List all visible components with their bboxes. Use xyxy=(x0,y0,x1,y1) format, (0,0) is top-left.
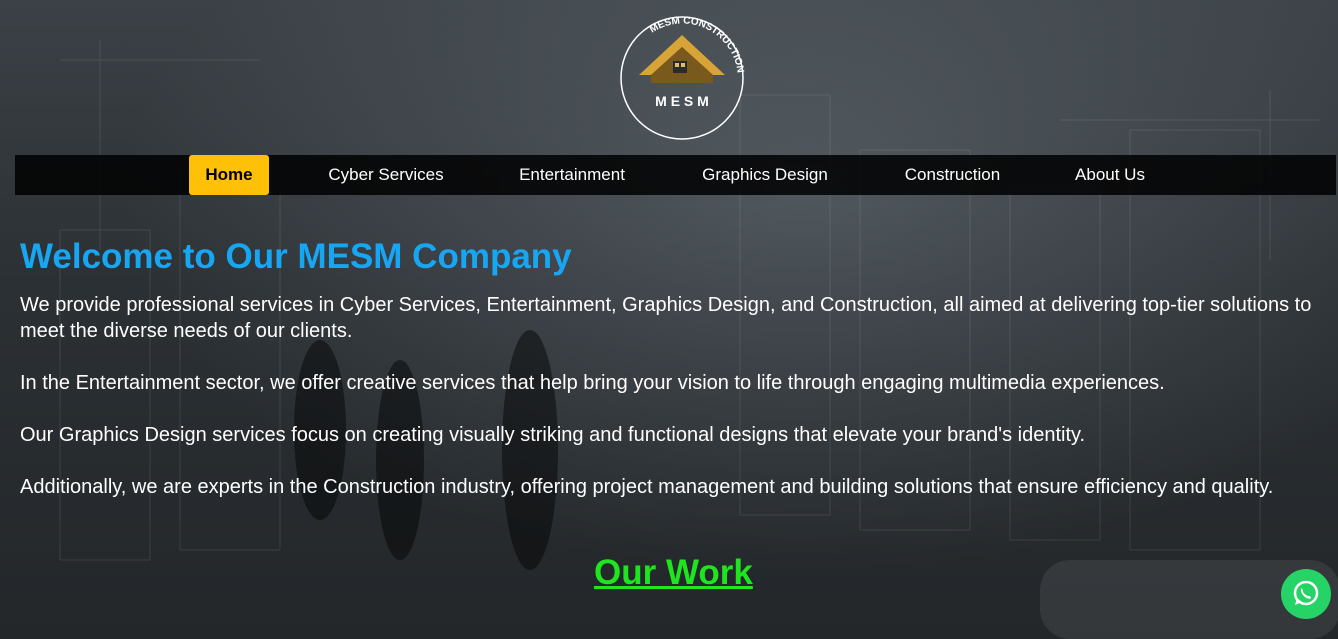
our-work-heading[interactable]: Our Work xyxy=(594,553,753,593)
nav-item-about-us[interactable]: About Us xyxy=(1060,155,1160,195)
construction-paragraph: Additionally, we are experts in the Cons… xyxy=(20,476,1274,498)
page-title: Welcome to Our MESM Company xyxy=(20,237,572,276)
main-nav: Home Cyber Services Entertainment Graphi… xyxy=(15,155,1336,195)
main-content: Welcome to Our MESM Company We provide p… xyxy=(20,235,1320,526)
logo-mark-text: M E S M xyxy=(655,93,709,109)
whatsapp-icon xyxy=(1293,580,1319,606)
intro-paragraph: We provide professional services in Cybe… xyxy=(20,294,1312,342)
nav-item-construction[interactable]: Construction xyxy=(890,155,1015,195)
nav-item-home[interactable]: Home xyxy=(189,155,269,195)
nav-item-graphics-design[interactable]: Graphics Design xyxy=(685,155,845,195)
mesm-logo[interactable]: MESM CONSTRUCTION M E S M xyxy=(617,13,747,143)
nav-item-cyber-services[interactable]: Cyber Services xyxy=(315,155,457,195)
house-roof-icon xyxy=(639,35,725,83)
graphics-paragraph: Our Graphics Design services focus on cr… xyxy=(20,424,1086,446)
entertainment-paragraph: In the Entertainment sector, we offer cr… xyxy=(20,372,1165,394)
whatsapp-button[interactable] xyxy=(1281,569,1331,619)
nav-item-entertainment[interactable]: Entertainment xyxy=(505,155,639,195)
